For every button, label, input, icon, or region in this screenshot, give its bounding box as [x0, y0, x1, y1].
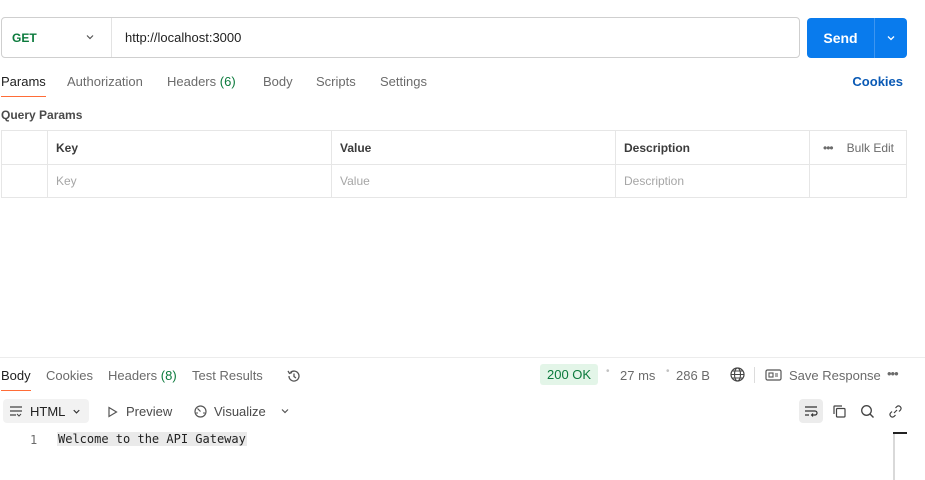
- chevron-down-icon: [71, 406, 82, 417]
- history-icon[interactable]: [285, 367, 303, 388]
- chevron-down-icon[interactable]: [279, 405, 291, 420]
- visualize-button[interactable]: Visualize: [193, 404, 266, 419]
- request-tabs: Params Authorization Headers (6) Body Sc…: [0, 70, 925, 97]
- response-size[interactable]: 286 B: [676, 368, 710, 383]
- url-input[interactable]: [112, 18, 799, 57]
- format-select[interactable]: HTML: [3, 399, 89, 423]
- method-select[interactable]: GET: [2, 18, 112, 57]
- wrap-icon: [805, 406, 818, 417]
- key-input[interactable]: Key: [47, 165, 331, 197]
- search-icon: [860, 404, 874, 418]
- copy-icon: [832, 404, 846, 418]
- tab-body[interactable]: Body: [263, 74, 293, 89]
- cookies-link[interactable]: Cookies: [852, 74, 903, 89]
- row-actions-cell: [809, 165, 906, 197]
- params-table: Key Value Description ••• Bulk Edit Key …: [1, 130, 907, 198]
- preview-label: Preview: [126, 404, 173, 419]
- tab-scripts[interactable]: Scripts: [316, 74, 356, 89]
- chevron-down-icon: [84, 31, 96, 46]
- bulk-edit-button[interactable]: Bulk Edit: [847, 141, 894, 155]
- response-headers-count: (8): [160, 368, 177, 383]
- description-input[interactable]: Description: [615, 165, 809, 197]
- globe-icon[interactable]: [729, 366, 746, 386]
- wrap-lines-button[interactable]: [799, 399, 823, 423]
- visualize-icon: [193, 404, 208, 419]
- response-headers-label: Headers: [108, 368, 158, 383]
- response-tab-body[interactable]: Body: [1, 368, 31, 391]
- bulk-edit-area: ••• Bulk Edit: [809, 131, 906, 164]
- row-checkbox-cell: [2, 165, 47, 197]
- key-column-header: Key: [47, 131, 331, 164]
- vertical-scrollbar[interactable]: [893, 432, 895, 480]
- search-button[interactable]: [855, 399, 879, 423]
- separator-dot: •: [606, 366, 610, 377]
- link-button[interactable]: [883, 399, 907, 423]
- visualize-label: Visualize: [214, 404, 266, 419]
- response-body-text[interactable]: Welcome to the API Gateway: [57, 432, 247, 446]
- value-column-header: Value: [331, 131, 615, 164]
- send-button[interactable]: Send: [807, 18, 875, 58]
- tab-authorization[interactable]: Authorization: [67, 74, 143, 89]
- table-row: Key Value Description: [2, 164, 906, 197]
- save-response-button[interactable]: Save Response: [789, 368, 881, 383]
- more-icon[interactable]: •••: [823, 141, 834, 155]
- response-tab-test-results[interactable]: Test Results: [192, 368, 263, 383]
- response-time[interactable]: 27 ms: [620, 368, 655, 383]
- table-header-row: Key Value Description ••• Bulk Edit: [2, 131, 906, 164]
- format-label: HTML: [30, 403, 66, 419]
- save-icon: [765, 368, 782, 385]
- toolbar-divider: [754, 367, 755, 383]
- response-tab-cookies[interactable]: Cookies: [46, 368, 93, 383]
- send-options-button[interactable]: [875, 18, 907, 58]
- response-divider: [0, 357, 925, 358]
- separator-dot: •: [666, 366, 670, 377]
- status-badge[interactable]: 200 OK: [540, 364, 599, 385]
- query-params-title: Query Params: [1, 108, 83, 122]
- url-bar: GET: [1, 17, 800, 58]
- checkbox-column-header: [2, 131, 47, 164]
- response-tab-headers[interactable]: Headers (8): [108, 368, 177, 383]
- tab-headers-label: Headers: [167, 74, 217, 89]
- line-number: 1: [30, 433, 38, 447]
- copy-button[interactable]: [827, 399, 851, 423]
- method-label: GET: [12, 30, 37, 45]
- format-icon: [9, 405, 23, 417]
- scrollbar-marker: [893, 432, 907, 434]
- preview-button[interactable]: Preview: [107, 404, 172, 419]
- tab-settings[interactable]: Settings: [380, 74, 427, 89]
- value-input[interactable]: Value: [331, 165, 615, 197]
- tab-params[interactable]: Params: [1, 74, 46, 97]
- chevron-down-icon: [887, 36, 895, 41]
- headers-count: (6): [219, 74, 236, 89]
- more-icon[interactable]: •••: [887, 366, 899, 381]
- play-icon: [107, 405, 118, 418]
- description-column-header: Description: [615, 131, 809, 164]
- tab-headers[interactable]: Headers (6): [167, 74, 236, 89]
- link-icon: [888, 404, 902, 418]
- send-button-group: Send: [807, 18, 907, 58]
